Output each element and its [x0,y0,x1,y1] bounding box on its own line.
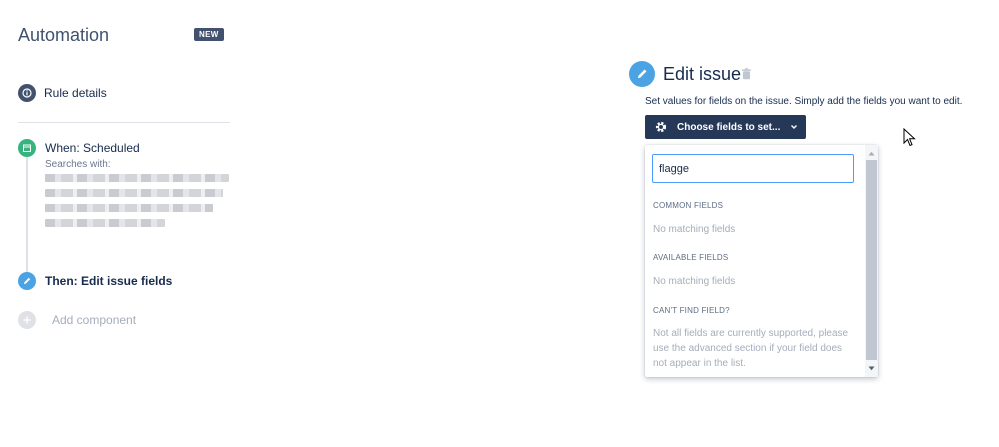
plus-icon[interactable] [18,311,36,329]
divider [18,122,230,123]
gear-icon [655,121,667,133]
trash-icon[interactable] [741,67,752,85]
mouse-cursor-icon [903,127,916,152]
scroll-up-arrow-icon[interactable] [865,147,878,160]
choose-fields-button[interactable]: Choose fields to set... [645,115,806,139]
rule-details-link[interactable]: Rule details [44,86,107,100]
choose-fields-label: Choose fields to set... [677,121,781,133]
available-fields-header: AVAILABLE FIELDS [653,253,729,262]
pencil-icon[interactable] [18,272,36,290]
calendar-icon[interactable] [18,139,36,157]
new-badge: NEW [194,28,224,41]
editor-description: Set values for fields on the issue. Simp… [645,96,963,107]
common-fields-header: COMMON FIELDS [653,201,724,210]
page-title: Automation [18,25,110,45]
pencil-icon [629,61,655,87]
trigger-sub-label: Searches with: [45,159,111,170]
info-icon[interactable] [18,84,36,102]
scroll-down-arrow-icon[interactable] [865,362,878,375]
trigger-label[interactable]: When: Scheduled [45,141,140,155]
available-fields-empty: No matching fields [653,276,736,287]
scrollbar[interactable] [865,145,878,377]
common-fields-empty: No matching fields [653,224,736,235]
action-label[interactable]: Then: Edit issue fields [45,274,172,288]
editor-title: Edit issue [663,64,742,84]
redacted-query [45,174,229,234]
timeline-line [26,157,28,273]
cant-find-header: CAN'T FIND FIELD? [653,306,730,315]
add-component-link[interactable]: Add component [52,313,136,327]
scrollbar-thumb[interactable] [866,160,877,360]
field-search-input[interactable] [652,154,854,183]
cant-find-help-text: Not all fields are currently supported, … [653,328,849,369]
fields-dropdown: COMMON FIELDS No matching fields AVAILAB… [645,145,878,377]
chevron-down-icon [791,125,798,129]
